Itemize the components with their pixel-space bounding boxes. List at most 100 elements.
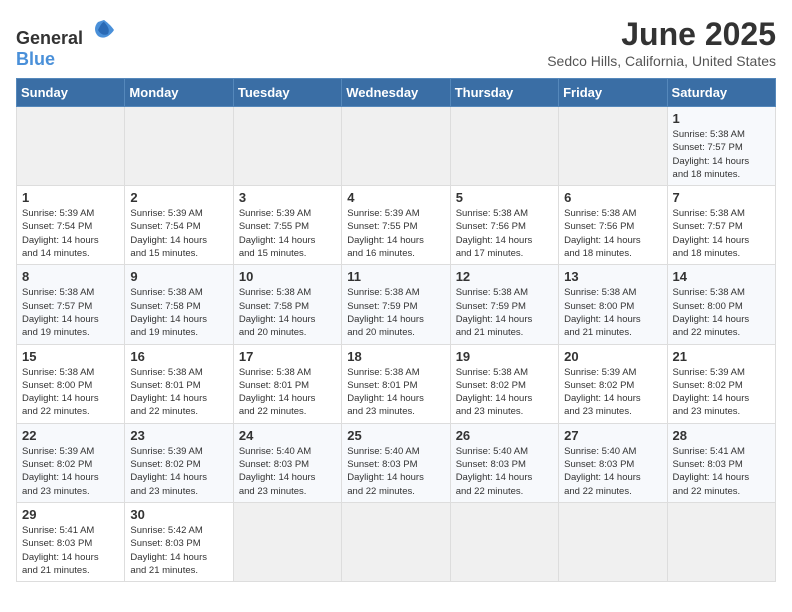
sunset-text: Sunset: 8:03 PM: [456, 458, 553, 471]
day-number: 19: [456, 349, 553, 364]
sunrise-text: Sunrise: 5:38 AM: [673, 286, 770, 299]
sunrise-text: Sunrise: 5:38 AM: [22, 366, 119, 379]
daylight-label: Daylight: 14 hours: [130, 551, 227, 564]
daylight-minutes: and 20 minutes.: [239, 326, 336, 339]
sunset-text: Sunset: 8:03 PM: [239, 458, 336, 471]
daylight-minutes: and 19 minutes.: [22, 326, 119, 339]
calendar-cell: 1 Sunrise: 5:39 AMSunset: 7:54 PMDaylight…: [17, 186, 125, 265]
day-number: 20: [564, 349, 661, 364]
calendar-cell: [450, 502, 558, 581]
daylight-label: Daylight: 14 hours: [347, 313, 444, 326]
daylight-minutes: and 22 minutes.: [456, 485, 553, 498]
daylight-label: Daylight: 14 hours: [130, 392, 227, 405]
day-info: Sunrise: 5:38 AMSunset: 7:58 PMDaylight:…: [239, 286, 336, 339]
daylight-label: Daylight: 14 hours: [673, 155, 770, 168]
logo-blue: Blue: [16, 49, 55, 69]
sunrise-text: Sunrise: 5:38 AM: [673, 128, 770, 141]
daylight-minutes: and 18 minutes.: [673, 168, 770, 181]
day-info: Sunrise: 5:39 AMSunset: 7:54 PMDaylight:…: [22, 207, 119, 260]
sunset-text: Sunset: 8:01 PM: [130, 379, 227, 392]
sunrise-text: Sunrise: 5:39 AM: [130, 207, 227, 220]
day-info: Sunrise: 5:38 AMSunset: 7:56 PMDaylight:…: [456, 207, 553, 260]
sunset-text: Sunset: 8:03 PM: [673, 458, 770, 471]
sunrise-text: Sunrise: 5:41 AM: [673, 445, 770, 458]
calendar-cell: 6 Sunrise: 5:38 AMSunset: 7:56 PMDaylight…: [559, 186, 667, 265]
daylight-minutes: and 21 minutes.: [22, 564, 119, 577]
day-info: Sunrise: 5:38 AMSunset: 8:01 PMDaylight:…: [347, 366, 444, 419]
day-info: Sunrise: 5:39 AMSunset: 8:02 PMDaylight:…: [22, 445, 119, 498]
weekday-header: Monday: [125, 79, 233, 107]
sunset-text: Sunset: 7:59 PM: [456, 300, 553, 313]
day-info: Sunrise: 5:39 AMSunset: 7:55 PMDaylight:…: [347, 207, 444, 260]
day-number: 3: [239, 190, 336, 205]
daylight-minutes: and 22 minutes.: [673, 485, 770, 498]
day-number: 6: [564, 190, 661, 205]
daylight-minutes: and 22 minutes.: [130, 405, 227, 418]
sunset-text: Sunset: 8:03 PM: [564, 458, 661, 471]
sunrise-text: Sunrise: 5:42 AM: [130, 524, 227, 537]
daylight-label: Daylight: 14 hours: [456, 471, 553, 484]
calendar-cell: [125, 107, 233, 186]
daylight-minutes: and 23 minutes.: [239, 485, 336, 498]
sunrise-text: Sunrise: 5:38 AM: [564, 207, 661, 220]
daylight-minutes: and 22 minutes.: [347, 485, 444, 498]
calendar-cell: 8Sunrise: 5:38 AMSunset: 7:57 PMDaylight…: [17, 265, 125, 344]
sunset-text: Sunset: 8:01 PM: [347, 379, 444, 392]
calendar-table: SundayMondayTuesdayWednesdayThursdayFrid…: [16, 78, 776, 582]
daylight-minutes: and 15 minutes.: [239, 247, 336, 260]
calendar-cell: 2Sunrise: 5:39 AMSunset: 7:54 PMDaylight…: [125, 186, 233, 265]
daylight-minutes: and 20 minutes.: [347, 326, 444, 339]
sunset-text: Sunset: 7:54 PM: [22, 220, 119, 233]
day-info: Sunrise: 5:42 AMSunset: 8:03 PMDaylight:…: [130, 524, 227, 577]
day-number: 7: [673, 190, 770, 205]
calendar-cell: 25Sunrise: 5:40 AMSunset: 8:03 PMDayligh…: [342, 423, 450, 502]
day-number: 15: [22, 349, 119, 364]
daylight-label: Daylight: 14 hours: [239, 471, 336, 484]
sunset-text: Sunset: 7:57 PM: [673, 220, 770, 233]
sunset-text: Sunset: 8:01 PM: [239, 379, 336, 392]
daylight-minutes: and 21 minutes.: [130, 564, 227, 577]
sunrise-text: Sunrise: 5:38 AM: [456, 366, 553, 379]
sunset-text: Sunset: 7:59 PM: [347, 300, 444, 313]
daylight-minutes: and 18 minutes.: [673, 247, 770, 260]
daylight-minutes: and 21 minutes.: [564, 326, 661, 339]
day-number: 10: [239, 269, 336, 284]
sunrise-text: Sunrise: 5:38 AM: [564, 286, 661, 299]
calendar-cell: 27Sunrise: 5:40 AMSunset: 8:03 PMDayligh…: [559, 423, 667, 502]
sunrise-text: Sunrise: 5:40 AM: [564, 445, 661, 458]
daylight-label: Daylight: 14 hours: [130, 471, 227, 484]
sunrise-text: Sunrise: 5:38 AM: [130, 366, 227, 379]
daylight-label: Daylight: 14 hours: [239, 392, 336, 405]
daylight-minutes: and 23 minutes.: [130, 485, 227, 498]
title-area: June 2025 Sedco Hills, California, Unite…: [547, 16, 776, 69]
logo-general: General: [16, 28, 83, 48]
daylight-label: Daylight: 14 hours: [564, 313, 661, 326]
daylight-label: Daylight: 14 hours: [347, 392, 444, 405]
day-info: Sunrise: 5:38 AMSunset: 8:00 PMDaylight:…: [22, 366, 119, 419]
day-info: Sunrise: 5:39 AMSunset: 8:02 PMDaylight:…: [130, 445, 227, 498]
sunrise-text: Sunrise: 5:38 AM: [347, 286, 444, 299]
daylight-minutes: and 23 minutes.: [347, 405, 444, 418]
daylight-minutes: and 15 minutes.: [130, 247, 227, 260]
day-number: 26: [456, 428, 553, 443]
sunrise-text: Sunrise: 5:38 AM: [456, 286, 553, 299]
calendar-cell: 11Sunrise: 5:38 AMSunset: 7:59 PMDayligh…: [342, 265, 450, 344]
daylight-minutes: and 22 minutes.: [564, 485, 661, 498]
day-number: 1: [673, 111, 770, 126]
sunset-text: Sunset: 7:56 PM: [564, 220, 661, 233]
sunrise-text: Sunrise: 5:40 AM: [239, 445, 336, 458]
daylight-label: Daylight: 14 hours: [564, 234, 661, 247]
day-number: 1: [22, 190, 119, 205]
day-number: 18: [347, 349, 444, 364]
calendar-cell: 28Sunrise: 5:41 AMSunset: 8:03 PMDayligh…: [667, 423, 775, 502]
daylight-label: Daylight: 14 hours: [564, 392, 661, 405]
daylight-label: Daylight: 14 hours: [22, 392, 119, 405]
day-info: Sunrise: 5:40 AMSunset: 8:03 PMDaylight:…: [239, 445, 336, 498]
day-info: Sunrise: 5:38 AMSunset: 8:00 PMDaylight:…: [564, 286, 661, 339]
sunset-text: Sunset: 8:00 PM: [564, 300, 661, 313]
day-info: Sunrise: 5:38 AMSunset: 7:57 PMDaylight:…: [673, 128, 770, 181]
sunrise-text: Sunrise: 5:38 AM: [239, 366, 336, 379]
calendar-cell: [233, 502, 341, 581]
weekday-header: Tuesday: [233, 79, 341, 107]
calendar-cell: 10 Sunrise: 5:38 AMSunset: 7:58 PMDayligh…: [233, 265, 341, 344]
